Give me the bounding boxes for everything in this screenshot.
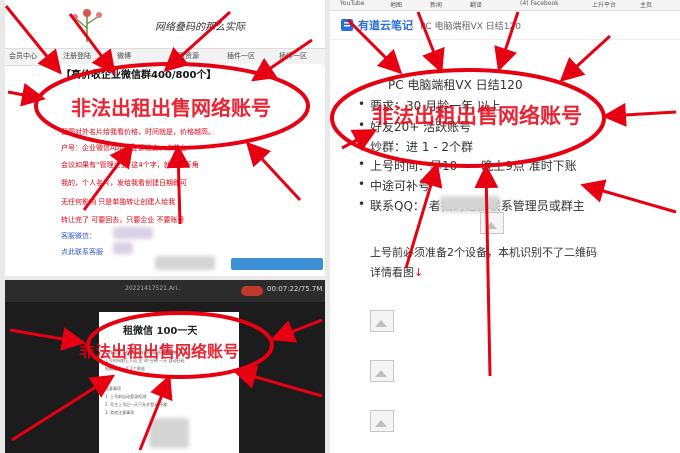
bookmark-item[interactable]: 地图 [390, 0, 402, 9]
doc-line: 2. 号主上号后一天只允许登录 不能 [105, 402, 168, 407]
bookmark-item[interactable]: 翻译 [470, 0, 482, 9]
down-arrow-icon: ↓ [414, 266, 424, 279]
blurred-qr [149, 418, 189, 448]
blog-title: 网络叠码的那么实际 [155, 22, 245, 33]
bookmark-item[interactable]: (4) Facebook [520, 0, 559, 7]
warning-stamp: 非法出租出售网络账号 [79, 342, 240, 361]
image-placeholder-icon[interactable] [480, 212, 504, 234]
blog-banner: 网络叠码的那么实际 [5, 0, 325, 48]
video-timer: 00:07:22/75.7M [267, 285, 323, 293]
blurred-wechat-id [113, 227, 153, 239]
rental-notice-image: 租微信 100一天 Pad 功能上号 自动 年龄不限 不能看微博 上号时间前上人… [99, 312, 239, 453]
nav-item[interactable]: 插件一区 [279, 51, 307, 61]
youdao-note-logo-icon [341, 19, 353, 31]
flower-logo-icon [72, 9, 102, 42]
note-title: PC 电脑端租VX 日结120 [420, 22, 521, 32]
doc-line: 电脑微信上号 1个收益 [105, 366, 145, 371]
app-name[interactable]: 有道云笔记 [358, 17, 413, 33]
post-line: 客服微信： [61, 232, 96, 240]
right-screenshot: YouTube 地图 新闻 翻译 (4) Facebook 上升平台 主页 有道… [330, 0, 680, 453]
bullet-item: 炒群：进 1 - 2个群 [358, 138, 473, 155]
warning-stamp: 非法出租出售网络账号 [71, 96, 271, 120]
doc-title: 租微信 100一天 [123, 326, 198, 337]
image-placeholder-icon[interactable] [370, 410, 394, 432]
post-line: 截图对外名片给我看价格，时间就是，价格越高。 [61, 128, 215, 136]
image-placeholder-icon[interactable] [370, 360, 394, 382]
note-app-header: 有道云笔记 PC 电脑端租VX 日结120 [330, 11, 680, 40]
doc-line: 1. 上号前自动登录检测 [105, 394, 147, 399]
nav-item[interactable]: 注册登陆 [63, 51, 91, 61]
doc-line: 3. 其他注意事项 [105, 410, 135, 415]
nav-item[interactable]: 插件一区 [227, 51, 255, 61]
doc-line: 注意事项 [105, 386, 121, 391]
bullet-item: 中途可补号 [358, 177, 430, 194]
nav-item[interactable]: 首页资源 [171, 51, 199, 61]
bookmark-bar: YouTube 地图 新闻 翻译 (4) Facebook 上升平台 主页 [330, 0, 680, 11]
notice-line: 上号前必须准备2个设备，本机识别不了二维码 [370, 246, 597, 259]
post-line: 转让完了 可要回去，只要企业 不要账号 [61, 216, 185, 224]
doc-heading: PC 电脑端租VX 日结120 [388, 78, 523, 92]
blurred-qq [440, 196, 500, 212]
post-body: 【高价收企业微信群400/800个】 非法出租出售网络账号 截图对外名片给我看价… [61, 64, 323, 276]
bookmark-item[interactable]: YouTube [340, 0, 364, 7]
blurred-link [113, 242, 133, 254]
video-toolbar: 20221417521.Ari.. 00:07:22/75.7M [5, 280, 325, 302]
record-icon[interactable] [241, 286, 263, 296]
image-placeholder-icon[interactable] [370, 310, 394, 332]
nav-item[interactable]: 会员中心 [9, 51, 37, 61]
post-line: 我的，个人名片，发给我看创建日期即可 [61, 179, 187, 187]
bookmark-item[interactable]: 新闻 [430, 0, 442, 9]
bookmark-item[interactable]: 主页 [640, 0, 652, 9]
post-line: 户号：企业微信App，登录进去，点右上 [61, 144, 187, 152]
bullet-item: 上号时间：早10——晚上9点 准时下账 [358, 157, 577, 174]
contact-link[interactable]: 点此联系客服 [61, 247, 103, 257]
blue-bar [231, 258, 323, 270]
blurred-area [155, 256, 215, 270]
post-line: 无任何影响 只是单独转让创建人给我 [61, 198, 176, 206]
nav-item[interactable]: 微博 [117, 51, 131, 61]
header-divider [412, 19, 413, 31]
video-tab[interactable]: 20221417521.Ari.. [125, 285, 181, 292]
bookmark-item[interactable]: 上升平台 [592, 0, 616, 9]
detail-line: 详情看图↓ [370, 264, 423, 280]
post-heading: 【高价收企业微信群400/800个】 [61, 70, 217, 81]
left-top-screenshot: 网络叠码的那么实际 会员中心 注册登陆 微博 首页资源 插件一区 插件一区 【高… [5, 0, 325, 276]
post-line: 会议如果有“管理企业”这4个字，就点右下角 [61, 161, 199, 169]
detail-text: 详情看图 [370, 266, 414, 279]
left-bottom-screenshot: 20221417521.Ari.. 00:07:22/75.7M 租微信 100… [5, 280, 325, 453]
warning-stamp: 非法出租出售网络账号 [372, 104, 582, 128]
